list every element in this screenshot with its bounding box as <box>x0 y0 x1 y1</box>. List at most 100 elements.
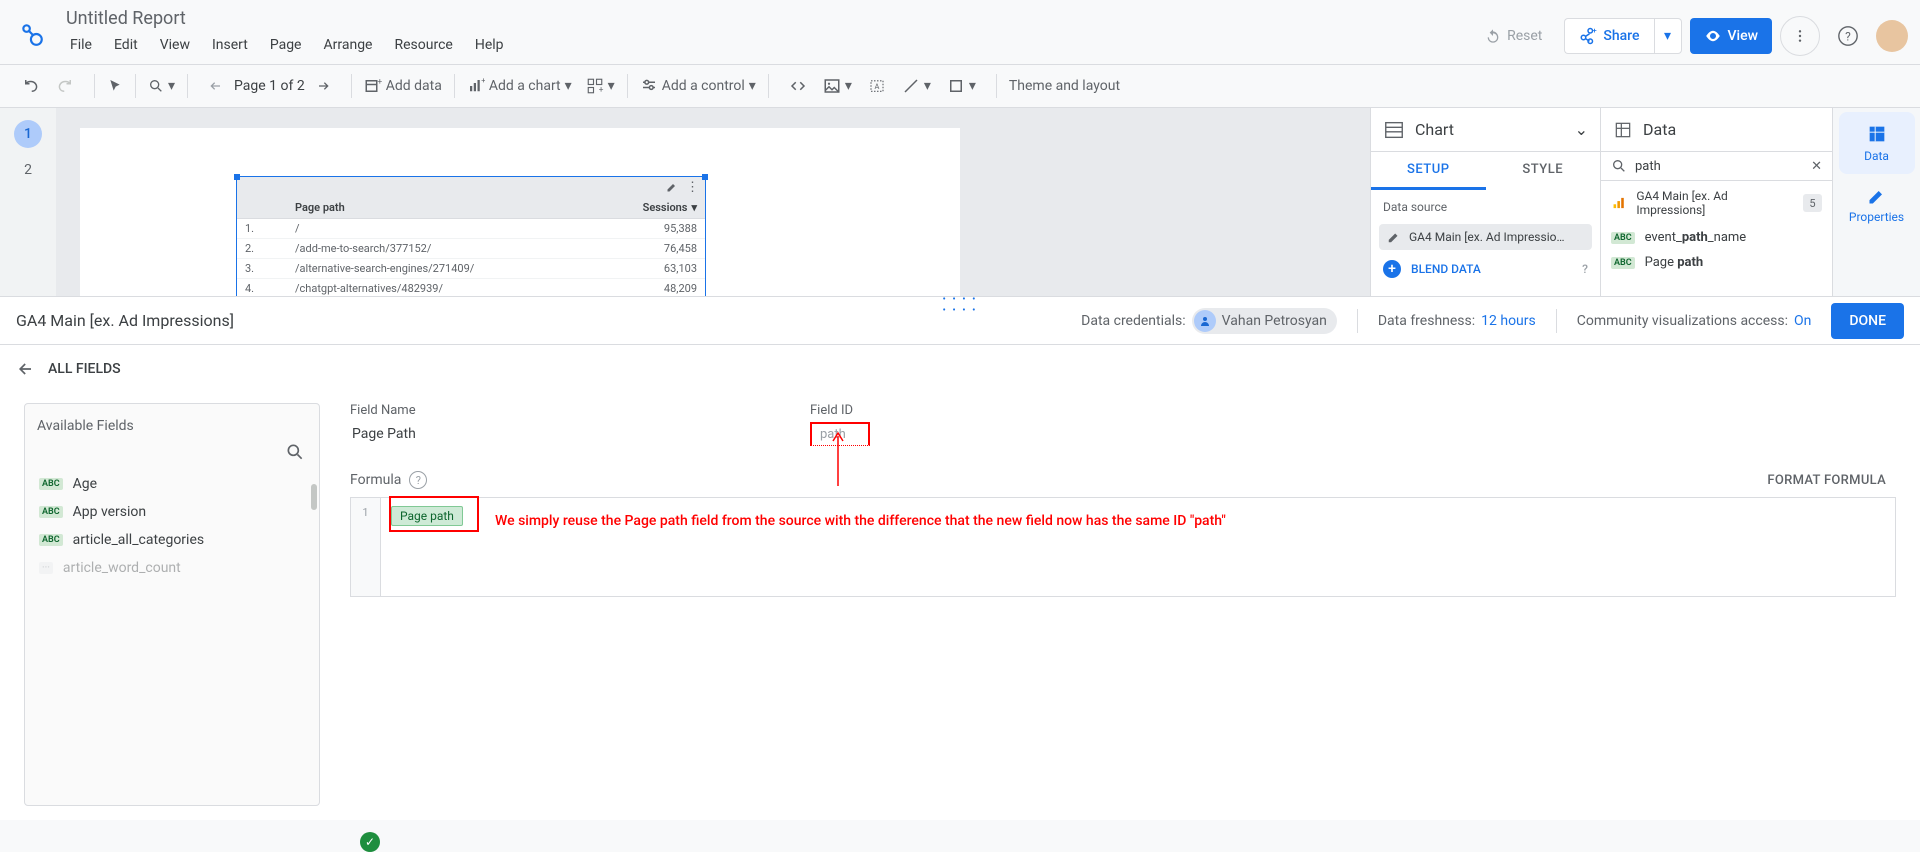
share-button[interactable]: + Share <box>1564 18 1653 54</box>
add-control-dropdown[interactable]: Add a control ▾ <box>634 70 762 102</box>
blend-data-button[interactable]: BLEND DATA <box>1411 262 1481 276</box>
toolbar: ▾ Page 1 of 2 +Add data +Add a chart ▾ +… <box>0 64 1920 108</box>
edit-icon[interactable] <box>666 181 678 193</box>
data-source-item[interactable]: GA4 Main [ex. Ad Impressions] 5 <box>1601 181 1832 225</box>
zoom-dropdown[interactable]: ▾ <box>142 70 181 102</box>
field-editor-panel: • • • •• • • • GA4 Main [ex. Ad Impressi… <box>0 296 1920 820</box>
page-tab-1[interactable]: 1 <box>14 120 42 148</box>
svg-text:+: + <box>1593 27 1597 35</box>
shape-button[interactable]: ▾ <box>941 70 982 102</box>
community-viz-access[interactable]: Community visualizations access: On <box>1577 313 1812 329</box>
abc-type-icon: ABC <box>39 506 63 518</box>
url-embed-button[interactable] <box>783 70 813 102</box>
next-page-button[interactable] <box>309 70 337 102</box>
data-fields-panel: Data ✕ GA4 Main [ex. Ad Impressions] 5 A… <box>1600 108 1832 296</box>
tab-style[interactable]: STYLE <box>1486 152 1601 190</box>
all-fields-label[interactable]: ALL FIELDS <box>48 361 121 377</box>
more-icon[interactable]: ⋮ <box>686 180 699 195</box>
col-sessions[interactable]: Sessions ▾ <box>595 197 705 218</box>
data-icon <box>1613 120 1633 140</box>
ga-icon <box>1611 195 1626 211</box>
image-button[interactable]: ▾ <box>817 70 858 102</box>
menu-insert[interactable]: Insert <box>202 33 258 57</box>
drag-handle[interactable]: • • • •• • • • <box>943 294 978 316</box>
undo-button[interactable] <box>16 70 46 102</box>
looker-studio-logo[interactable] <box>12 14 52 54</box>
pencil-icon <box>1867 186 1887 206</box>
line-button[interactable]: ▾ <box>896 70 937 102</box>
formula-editor[interactable]: 1 Page path <box>350 497 1896 597</box>
reset-button[interactable]: Reset <box>1471 18 1556 54</box>
data-icon <box>1866 123 1888 145</box>
data-freshness[interactable]: Data freshness: 12 hours <box>1378 313 1536 329</box>
menu-file[interactable]: File <box>60 33 102 57</box>
view-button[interactable]: View <box>1690 18 1773 54</box>
more-options-button[interactable] <box>1780 16 1820 56</box>
redo-button[interactable] <box>50 70 80 102</box>
available-field[interactable]: ABCAge <box>37 470 311 498</box>
clear-icon[interactable]: ✕ <box>1811 159 1822 174</box>
search-icon[interactable] <box>37 442 311 462</box>
add-icon[interactable]: + <box>1383 260 1401 278</box>
text-button[interactable]: A <box>862 70 892 102</box>
add-data-button[interactable]: +Add data <box>358 70 448 102</box>
selection-tool[interactable] <box>101 70 129 102</box>
data-source-chip[interactable]: GA4 Main [ex. Ad Impressio… <box>1379 224 1592 250</box>
share-dropdown[interactable]: ▾ <box>1654 18 1682 54</box>
menu-view[interactable]: View <box>150 33 200 57</box>
community-viz-button[interactable]: + ▾ <box>580 70 621 102</box>
table-row: 1./95,388 <box>237 219 705 239</box>
svg-text:+: + <box>598 85 603 95</box>
field-count: 5 <box>1803 194 1822 212</box>
credentials-chip[interactable]: Vahan Petrosyan <box>1192 308 1337 334</box>
table-row: 2./add-me-to-search/377152/76,458 <box>237 239 705 259</box>
menu-help[interactable]: Help <box>465 33 514 57</box>
help-button[interactable]: ? <box>1828 16 1868 56</box>
table-chart[interactable]: ⋮ Page path Sessions ▾ 1./95,388 2./add-… <box>236 176 706 296</box>
sort-desc-icon: ▾ <box>691 201 697 214</box>
available-field[interactable]: ABCApp version <box>37 498 311 526</box>
svg-text:+: + <box>481 77 485 85</box>
side-rail: Data Properties <box>1832 108 1920 296</box>
rail-data-button[interactable]: Data <box>1839 112 1915 174</box>
data-source-label: Data source <box>1371 190 1600 224</box>
field-id-label: Field ID <box>810 403 870 418</box>
format-formula-button[interactable]: FORMAT FORMULA <box>1767 473 1886 488</box>
abc-type-icon: ABC <box>39 534 63 546</box>
svg-text:A: A <box>874 82 879 91</box>
col-page-path[interactable]: Page path <box>287 197 595 218</box>
prev-page-button[interactable] <box>202 70 230 102</box>
help-icon[interactable]: ? <box>409 471 427 489</box>
menu-bar: File Edit View Insert Page Arrange Resou… <box>60 33 514 57</box>
document-title[interactable]: Untitled Report <box>60 6 514 31</box>
canvas[interactable]: ⋮ Page path Sessions ▾ 1./95,388 2./add-… <box>56 108 1370 296</box>
field-id-input[interactable]: path <box>810 422 870 446</box>
field-name-input[interactable]: Page Path <box>350 422 750 447</box>
theme-layout-button[interactable]: Theme and layout <box>1003 70 1126 102</box>
user-avatar[interactable] <box>1876 20 1908 52</box>
menu-resource[interactable]: Resource <box>384 33 462 57</box>
scrollbar-thumb[interactable] <box>311 484 317 510</box>
available-field[interactable]: ABCarticle_all_categories <box>37 526 311 554</box>
pencil-icon <box>1387 230 1401 244</box>
help-icon[interactable]: ? <box>1582 262 1588 276</box>
available-fields-panel: Available Fields ABCAge ABCApp version A… <box>24 403 320 806</box>
menu-edit[interactable]: Edit <box>104 33 148 57</box>
done-button[interactable]: DONE <box>1831 303 1904 339</box>
menu-arrange[interactable]: Arrange <box>314 33 383 57</box>
field-item[interactable]: ABC event_path_name <box>1601 225 1832 250</box>
field-search-input[interactable] <box>1635 159 1803 174</box>
formula-field-chip[interactable]: Page path <box>391 506 463 526</box>
menu-page[interactable]: Page <box>260 33 312 57</box>
chart-type-dropdown[interactable]: ⌄ <box>1575 120 1588 139</box>
available-field[interactable]: ···article_word_count <box>37 554 311 582</box>
user-icon <box>1194 310 1216 332</box>
add-chart-dropdown[interactable]: +Add a chart ▾ <box>461 70 578 102</box>
field-item[interactable]: ABC Page path <box>1601 250 1832 275</box>
back-button[interactable] <box>16 359 36 379</box>
page-tab-2[interactable]: 2 <box>14 156 42 184</box>
abc-type-icon: ABC <box>1611 257 1635 269</box>
tab-setup[interactable]: SETUP <box>1371 152 1486 190</box>
rail-properties-button[interactable]: Properties <box>1839 174 1915 236</box>
report-page[interactable]: ⋮ Page path Sessions ▾ 1./95,388 2./add-… <box>80 128 960 296</box>
